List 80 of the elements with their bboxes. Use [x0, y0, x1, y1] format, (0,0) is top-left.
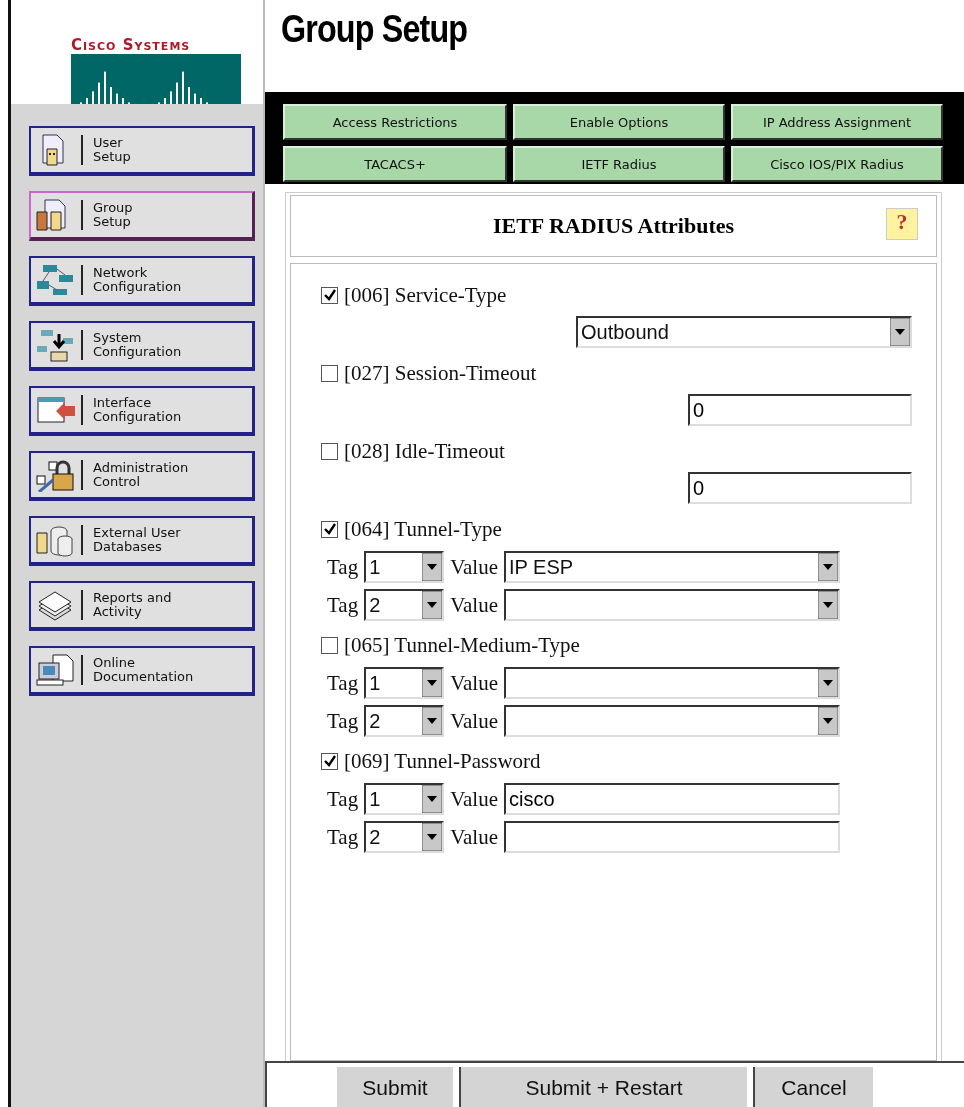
- dropdown-arrow-icon: [818, 669, 838, 697]
- sidebar-button[interactable]: Administration Control: [29, 451, 255, 501]
- dropdown[interactable]: 2: [364, 589, 445, 621]
- dropdown-arrow-icon: [818, 707, 838, 735]
- value-label: Value: [450, 592, 498, 618]
- value-label: Value: [450, 554, 498, 580]
- computer-document-icon: [35, 653, 75, 687]
- page-title: Group Setup: [281, 8, 469, 52]
- dropdown[interactable]: 1: [364, 783, 445, 815]
- attribute-label: [069] Tunnel-Password: [344, 748, 541, 774]
- sidebar-button[interactable]: Interface Configuration: [29, 386, 255, 436]
- check-icon: [323, 289, 336, 301]
- tag-label: Tag: [327, 824, 359, 850]
- checkbox[interactable]: [321, 752, 338, 770]
- dropdown-arrow-icon: [422, 591, 443, 619]
- value-field[interactable]: 0: [688, 472, 912, 504]
- value-label: Value: [450, 708, 498, 734]
- padlock-icon: [35, 458, 75, 492]
- sidebar-button[interactable]: External User Databases: [29, 516, 255, 566]
- sidebar-button[interactable]: Network Configuration: [29, 256, 255, 306]
- dropdown-arrow-icon: [422, 707, 443, 735]
- tag-label: Tag: [327, 786, 359, 812]
- tab-button[interactable]: IETF Radius: [513, 146, 725, 182]
- dropdown-arrow-icon: [890, 318, 910, 346]
- checkbox[interactable]: [321, 364, 338, 382]
- sidebar-button[interactable]: System Configuration: [29, 321, 255, 371]
- value-label: Value: [450, 670, 498, 696]
- dropdown[interactable]: [504, 589, 840, 621]
- value-field[interactable]: cisco: [504, 783, 840, 815]
- dropdown[interactable]: IP ESP: [504, 551, 840, 583]
- value-field[interactable]: 0: [688, 394, 912, 426]
- checkbox[interactable]: [321, 520, 338, 538]
- help-icon[interactable]: ?: [886, 208, 918, 240]
- value-label: Value: [450, 786, 498, 812]
- attribute-label: [027] Session-Timeout: [344, 360, 537, 386]
- tab-button[interactable]: TACACS+: [283, 146, 507, 182]
- tag-label: Tag: [327, 670, 359, 696]
- tag-label: Tag: [327, 592, 359, 618]
- dropdown[interactable]: [504, 667, 840, 699]
- panel-title: IETF RADIUS Attributes: [492, 213, 735, 239]
- attribute-label: [064] Tunnel-Type: [344, 516, 502, 542]
- dropdown-arrow-icon: [422, 553, 443, 581]
- form-button[interactable]: Submit + Restart: [459, 1067, 747, 1107]
- tag-label: Tag: [327, 708, 359, 734]
- sidebar-button[interactable]: Group Setup: [29, 191, 255, 241]
- dropdown-arrow-icon: [422, 823, 443, 851]
- tab-button[interactable]: Enable Options: [513, 104, 725, 140]
- form-button[interactable]: Submit: [337, 1067, 453, 1107]
- dropdown[interactable]: 2: [364, 821, 445, 853]
- dropdown[interactable]: 2: [364, 705, 445, 737]
- logo-text: Cisco Systems: [71, 36, 191, 54]
- network-icon: [35, 263, 75, 297]
- dropdown[interactable]: Outbound: [576, 316, 912, 348]
- tag-label: Tag: [327, 554, 359, 580]
- dropdown-arrow-icon: [818, 591, 838, 619]
- database-icon: [35, 523, 75, 557]
- network-download-icon: [35, 328, 75, 362]
- attribute-label: [028] Idle-Timeout: [344, 438, 505, 464]
- attribute-label: [065] Tunnel-Medium-Type: [344, 632, 580, 658]
- value-label: Value: [450, 824, 498, 850]
- value-field[interactable]: [504, 821, 840, 853]
- sidebar-button[interactable]: User Setup: [29, 126, 255, 176]
- form-button[interactable]: Cancel: [753, 1067, 873, 1107]
- sidebar-button[interactable]: Reports and Activity: [29, 581, 255, 631]
- attribute-label: [006] Service-Type: [344, 282, 507, 308]
- dropdown-arrow-icon: [818, 553, 838, 581]
- dropdown[interactable]: [504, 705, 840, 737]
- dropdown[interactable]: 1: [364, 551, 445, 583]
- tab-button[interactable]: IP Address Assignment: [731, 104, 943, 140]
- check-icon: [323, 755, 336, 767]
- sidebar-button[interactable]: Online Documentation: [29, 646, 255, 696]
- dropdown-arrow-icon: [422, 785, 443, 813]
- dropdown[interactable]: 1: [364, 667, 445, 699]
- checkbox[interactable]: [321, 286, 338, 304]
- dropdown-arrow-icon: [422, 669, 443, 697]
- tab-button[interactable]: Cisco IOS/PIX Radius: [731, 146, 943, 182]
- check-icon: [323, 523, 336, 535]
- tab-button[interactable]: Access Restrictions: [283, 104, 507, 140]
- checkbox[interactable]: [321, 636, 338, 654]
- checkbox[interactable]: [321, 442, 338, 460]
